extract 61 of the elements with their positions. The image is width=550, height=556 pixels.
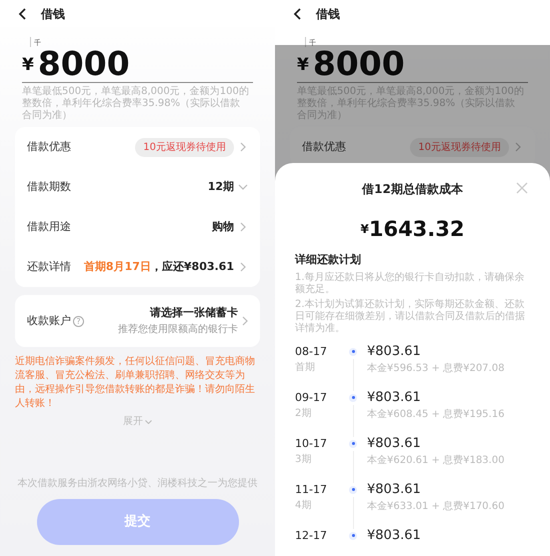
back-icon[interactable] <box>293 8 301 20</box>
account-hint: 推荐您使用限额高的银行卡 <box>118 322 238 337</box>
amount-field[interactable]: ¥8000 <box>297 47 528 83</box>
sheet-title: 借12期总借款成本 <box>362 181 463 198</box>
form-row[interactable]: 借款优惠 10元返现券待使用 <box>290 127 535 167</box>
due-date: 09-17 <box>295 390 328 404</box>
row-label: 还款详情 <box>27 258 71 275</box>
row-label: 借款优惠 <box>302 138 346 155</box>
chevron-right-icon <box>240 142 246 152</box>
period-label: 3期 <box>295 452 312 466</box>
plan-note: 1.每月应还款日将从您的银行卡自动扣款，请确保余额充足。 <box>295 272 526 296</box>
installment-breakdown: 本金¥620.61 + 息费¥183.00 <box>367 454 504 468</box>
plan-title: 详细还款计划 <box>295 252 362 268</box>
row-value: 首期8月17日，应还¥803.61 <box>84 258 234 275</box>
installment-breakdown: 本金¥633.01 + 息费¥170.60 <box>367 500 504 514</box>
installment-breakdown: 本金¥596.53 + 息费¥207.08 <box>367 362 504 376</box>
provider-note: 本次借款服务由浙农网络小贷、润楼科技之一为您提供 <box>16 476 258 491</box>
limit-note: 单笔最低500元，单笔最高8,000元，金额为100的整数倍，单利年化综合费率35.98%（实际以借款合同为准） <box>22 86 250 122</box>
plan-note: 2.本计划为试算还款计划，实际每期还款金额、还款日可能存在细微差别，请以借款合同及借款后的借据详情为准。 <box>295 298 526 334</box>
period-label: 首期 <box>295 360 316 374</box>
form-row[interactable]: 借款用途 购物 <box>15 207 260 247</box>
installment-amount: ¥803.61 <box>367 436 422 450</box>
timeline-dot <box>349 486 357 494</box>
fraud-warning: 近期电信诈骗案件频发，任何以征信问题、冒充电商物流客服、冒充公检法、刷单兼职招聘、网络交友等为由，远程操作引导您借款转账的都是诈骗！请勿向陌生人转账！ <box>15 355 256 411</box>
chevron-down-icon <box>238 184 248 190</box>
due-date: 11-17 <box>295 482 328 496</box>
installment-amount: ¥803.61 <box>367 344 422 358</box>
installment-amount: ¥803.61 <box>367 482 422 496</box>
form-row[interactable]: 借款优惠 10元返现券待使用 <box>15 127 260 167</box>
back-icon[interactable] <box>18 8 26 20</box>
timeline-dot <box>349 532 357 540</box>
row-label: 借款期数 <box>27 178 71 195</box>
installment-amount: ¥803.61 <box>367 528 421 542</box>
chevron-right-icon <box>242 316 248 326</box>
form-row[interactable]: 还款详情 首期8月17日，应还¥803.61 <box>15 247 260 287</box>
row-value: 12期 <box>208 178 234 195</box>
page-title: 借钱 <box>316 6 340 22</box>
installment-amount: ¥803.61 <box>367 390 422 404</box>
chevron-right-icon <box>515 142 521 152</box>
page-title: 借钱 <box>41 6 65 22</box>
installment-breakdown: 本金¥608.45 + 息费¥195.16 <box>367 408 504 422</box>
timeline-dot <box>349 348 357 356</box>
amount-field[interactable]: ¥8000 <box>22 47 253 83</box>
form-row[interactable]: 借款期数 12期 <box>15 167 260 207</box>
total-cost: ¥1643.32 <box>359 217 466 241</box>
due-date: 12-17 <box>295 528 328 542</box>
row-label: 借款优惠 <box>27 138 71 155</box>
chevron-down-icon <box>145 420 152 424</box>
account-card[interactable]: 收款账户 ? 请选择一张储蓄卡 推荐您使用限额高的银行卡 <box>15 295 260 347</box>
period-label: 4期 <box>295 498 312 512</box>
row-value: 购物 <box>212 218 234 235</box>
account-value: 请选择一张储蓄卡 <box>150 305 238 322</box>
row-label: 收款账户 <box>27 312 71 329</box>
chevron-right-icon <box>240 262 246 272</box>
timeline-dot <box>349 440 357 448</box>
period-label: 2期 <box>295 406 312 420</box>
due-date: 08-17 <box>295 344 328 358</box>
due-date: 10-17 <box>295 436 328 450</box>
row-label: 借款用途 <box>27 218 71 235</box>
timeline-dot <box>349 394 357 402</box>
chevron-right-icon <box>240 222 246 232</box>
